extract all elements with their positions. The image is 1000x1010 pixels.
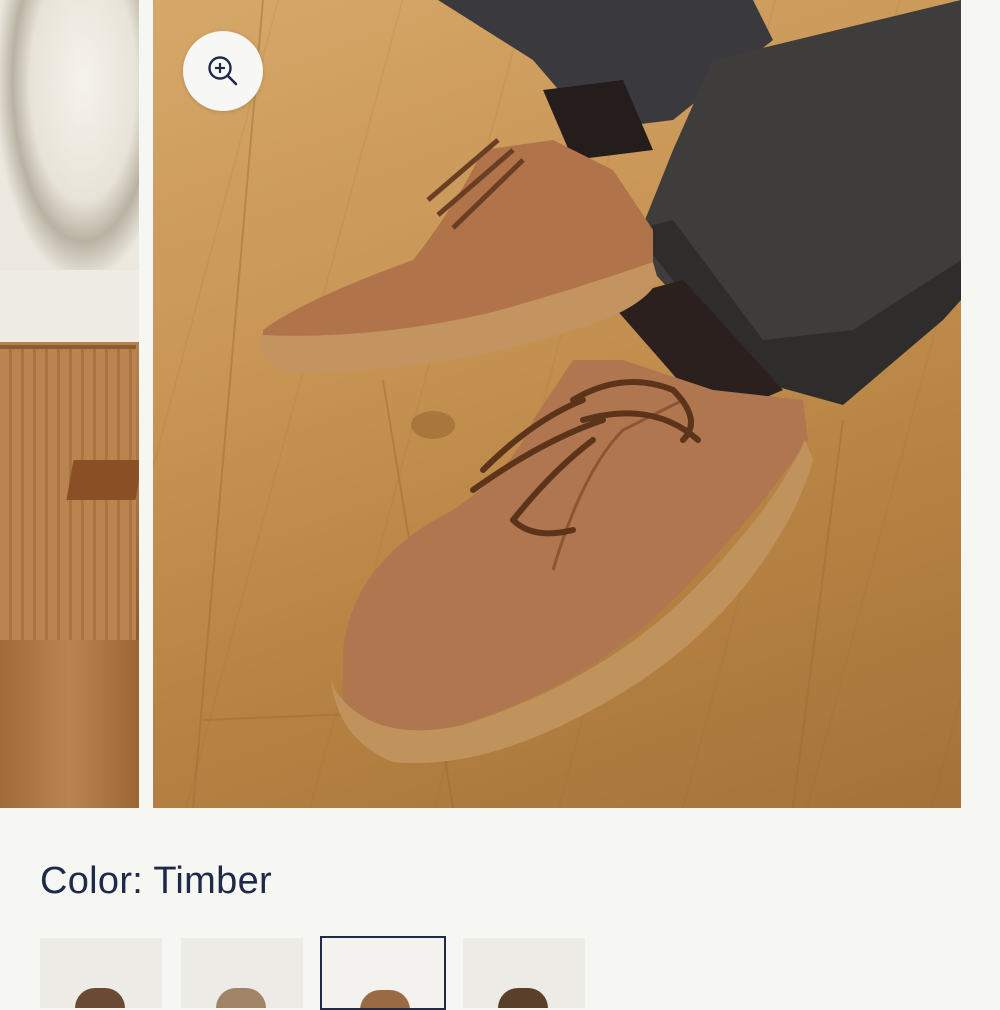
- zoom-in-icon: [208, 56, 238, 86]
- zoom-button[interactable]: [183, 31, 263, 111]
- main-product-image[interactable]: [153, 0, 961, 808]
- window-sill: [0, 270, 139, 342]
- product-image-gallery[interactable]: [0, 0, 1000, 808]
- selected-color-label: Color: Timber: [40, 860, 272, 902]
- color-swatch[interactable]: [181, 938, 303, 1008]
- color-swatch[interactable]: [40, 938, 162, 1008]
- shoe-photo: [192, 0, 961, 808]
- wood-chair: [66, 460, 139, 500]
- color-swatch[interactable]: [463, 938, 585, 1008]
- wood-floor: [0, 640, 139, 808]
- swatch-shoe-thumbnail: [360, 990, 410, 1008]
- swatch-shoe-thumbnail: [498, 988, 548, 1008]
- swatch-shoe-thumbnail: [216, 988, 266, 1008]
- window-backdrop: [0, 0, 139, 270]
- swatch-shoe-thumbnail: [75, 988, 125, 1008]
- previous-lifestyle-image[interactable]: [0, 0, 139, 808]
- color-swatch-selected[interactable]: [320, 936, 446, 1010]
